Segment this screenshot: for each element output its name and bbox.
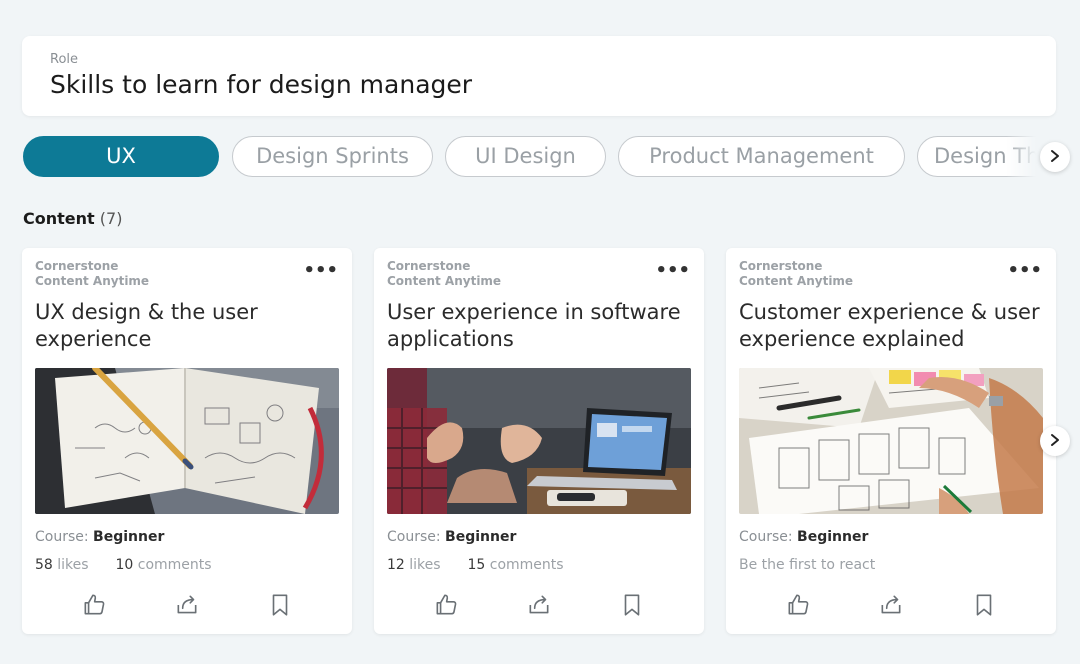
provider-name-line2: Content Anytime	[35, 274, 150, 288]
comments-label: comments	[489, 557, 564, 573]
chip-product-management[interactable]: Product Management	[618, 136, 905, 177]
chevron-right-icon	[1048, 148, 1062, 167]
provider-name-line2: Content Anytime	[387, 274, 502, 288]
card-thumbnail[interactable]	[35, 368, 339, 514]
thumbs-up-icon[interactable]	[433, 592, 459, 618]
chips-next-button[interactable]	[1040, 142, 1070, 172]
content-card[interactable]: Cornerstone Content Anytime ••• UX desig…	[22, 248, 352, 634]
chevron-right-icon	[1048, 432, 1062, 451]
share-icon[interactable]	[526, 592, 552, 618]
provider: Cornerstone Content Anytime	[387, 259, 587, 289]
more-icon[interactable]: •••	[1007, 262, 1042, 280]
bookmark-icon[interactable]	[971, 592, 997, 618]
content-card[interactable]: Cornerstone Content Anytime ••• Customer…	[726, 248, 1056, 634]
thumbs-up-icon[interactable]	[785, 592, 811, 618]
share-icon[interactable]	[878, 592, 904, 618]
sketchbook-image	[35, 368, 339, 514]
level-value: Beginner	[445, 529, 517, 545]
provider: Cornerstone Content Anytime	[35, 259, 235, 289]
content-card[interactable]: Cornerstone Content Anytime ••• User exp…	[374, 248, 704, 634]
card-actions	[374, 592, 704, 622]
thumbs-up-icon[interactable]	[81, 592, 107, 618]
level-value: Beginner	[93, 529, 165, 545]
content-title: Content	[23, 209, 95, 228]
provider-name-line2: Content Anytime	[739, 274, 854, 288]
likes-label: likes	[57, 557, 89, 573]
likes-count: 58	[35, 557, 53, 573]
bookmark-icon[interactable]	[619, 592, 645, 618]
level-prefix: Course:	[35, 529, 89, 545]
provider: Cornerstone Content Anytime	[739, 259, 939, 289]
role-field[interactable]: Role Skills to learn for design manager	[22, 36, 1056, 116]
card-thumbnail[interactable]	[739, 368, 1043, 514]
role-label: Role	[50, 52, 79, 67]
level-prefix: Course:	[387, 529, 441, 545]
laptop-meeting-image	[387, 368, 691, 514]
card-stats: 58 likes 10 comments	[35, 557, 212, 573]
comments-count: 10	[115, 557, 134, 573]
course-level: Course: Beginner	[739, 529, 868, 545]
more-icon[interactable]: •••	[303, 262, 338, 280]
card-title[interactable]: Customer experience & user experience ex…	[739, 299, 1045, 353]
bookmark-icon[interactable]	[267, 592, 293, 618]
content-count: (7)	[99, 209, 123, 228]
provider-name: Cornerstone	[35, 259, 119, 273]
card-thumbnail[interactable]	[387, 368, 691, 514]
card-actions	[22, 592, 352, 622]
level-value: Beginner	[797, 529, 869, 545]
role-value[interactable]: Skills to learn for design manager	[50, 70, 472, 99]
react-prompt: Be the first to react	[739, 557, 876, 573]
provider-name: Cornerstone	[387, 259, 471, 273]
provider-name: Cornerstone	[739, 259, 823, 273]
card-title[interactable]: UX design & the user experience	[35, 299, 341, 353]
skill-chips: UX Design Sprints UI Design Product Mana…	[22, 136, 1056, 178]
comments-label: comments	[137, 557, 212, 573]
content-heading: Content (7)	[23, 209, 122, 228]
card-actions	[726, 592, 1056, 622]
card-title[interactable]: User experience in software applications	[387, 299, 693, 353]
level-prefix: Course:	[739, 529, 793, 545]
likes-count: 12	[387, 557, 405, 573]
share-icon[interactable]	[174, 592, 200, 618]
cards-next-button[interactable]	[1040, 426, 1070, 456]
chip-ux[interactable]: UX	[23, 136, 219, 177]
chip-ui-design[interactable]: UI Design	[445, 136, 606, 177]
more-icon[interactable]: •••	[655, 262, 690, 280]
chip-design-sprints[interactable]: Design Sprints	[232, 136, 433, 177]
course-level: Course: Beginner	[387, 529, 516, 545]
likes-label: likes	[409, 557, 441, 573]
card-stats: 12 likes 15 comments	[387, 557, 564, 573]
course-level: Course: Beginner	[35, 529, 164, 545]
comments-count: 15	[467, 557, 486, 573]
wireframe-sketches-image	[739, 368, 1043, 514]
